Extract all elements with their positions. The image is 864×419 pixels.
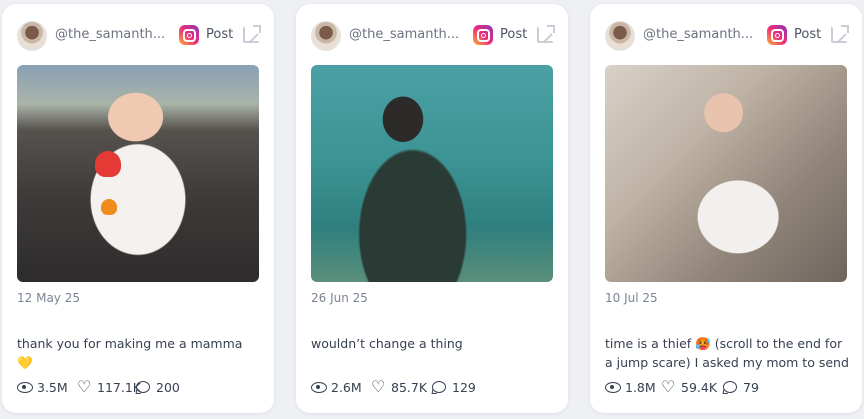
comments-count: 200 <box>156 380 180 395</box>
post-card[interactable]: @the_samanth... Post 10 Jul 25 time is a… <box>590 4 862 413</box>
avatar[interactable] <box>17 21 47 51</box>
external-link-icon[interactable] <box>537 25 555 43</box>
comments-count: 79 <box>743 380 759 395</box>
eye-icon <box>605 381 621 393</box>
avatar[interactable] <box>605 21 635 51</box>
comments-stat: 200 <box>136 380 180 395</box>
likes-stat: 59.4K <box>661 377 718 396</box>
comments-count: 129 <box>452 380 476 395</box>
post-thumbnail[interactable] <box>311 65 553 282</box>
likes-stat: 117.1K <box>77 377 141 396</box>
comment-icon <box>723 381 739 393</box>
red-heart-sticker <box>95 151 121 177</box>
external-link-icon[interactable] <box>831 25 849 43</box>
likes-stat: 85.7K <box>371 377 428 396</box>
comments-stat: 129 <box>432 380 476 395</box>
instagram-icon <box>473 25 493 45</box>
likes-count: 59.4K <box>681 380 718 395</box>
post-caption: wouldn’t change a thing <box>311 336 463 351</box>
instagram-icon <box>767 25 787 45</box>
external-link-icon[interactable] <box>243 25 261 43</box>
views-count: 3.5M <box>37 380 68 395</box>
orange-heart-sticker <box>101 199 117 215</box>
card-header: @the_samanth... Post <box>17 21 261 51</box>
views-count: 1.8M <box>625 380 656 395</box>
post-date: 26 Jun 25 <box>311 291 368 305</box>
heart-icon <box>371 377 387 396</box>
creator-handle[interactable]: @the_samanth... <box>55 27 167 42</box>
source-label: Post <box>206 27 234 42</box>
creator-handle[interactable]: @the_samanth... <box>349 27 461 42</box>
source-label: Post <box>500 27 528 42</box>
post-card[interactable]: @the_samanth... Post 26 Jun 25 wouldn’t … <box>296 4 568 413</box>
likes-count: 85.7K <box>391 380 428 395</box>
eye-icon <box>17 381 33 393</box>
views-stat: 3.5M <box>17 380 68 395</box>
comments-stat: 79 <box>723 380 759 395</box>
views-count: 2.6M <box>331 380 362 395</box>
post-date: 12 May 25 <box>17 291 80 305</box>
instagram-icon <box>179 25 199 45</box>
post-thumbnail[interactable] <box>605 65 847 282</box>
eye-icon <box>311 381 327 393</box>
avatar[interactable] <box>311 21 341 51</box>
heart-icon <box>77 377 93 396</box>
post-caption: thank you for making me a mamma 💛 <box>17 336 243 370</box>
comment-icon <box>432 381 448 393</box>
views-stat: 2.6M <box>311 380 362 395</box>
heart-icon <box>661 377 677 396</box>
creator-handle[interactable]: @the_samanth... <box>643 27 755 42</box>
post-card[interactable]: @the_samanth... Post 12 May 25 thank you… <box>2 4 274 413</box>
likes-count: 117.1K <box>97 380 141 395</box>
post-caption: time is a thief 🥵 (scroll to the end for… <box>605 336 849 370</box>
views-stat: 1.8M <box>605 380 656 395</box>
source-label: Post <box>794 27 822 42</box>
card-header: @the_samanth... Post <box>605 21 849 51</box>
post-thumbnail[interactable] <box>17 65 259 282</box>
post-date: 10 Jul 25 <box>605 291 658 305</box>
card-header: @the_samanth... Post <box>311 21 555 51</box>
comment-icon <box>136 381 152 393</box>
